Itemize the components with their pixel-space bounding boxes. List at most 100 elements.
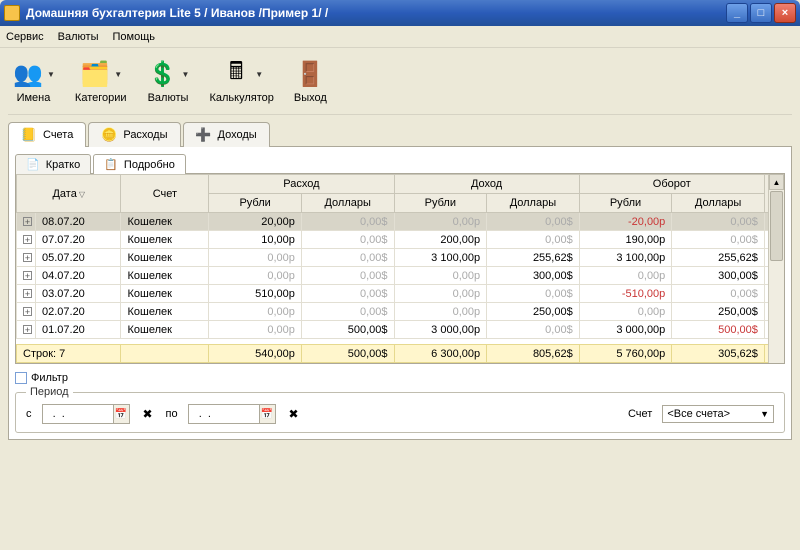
expand-cell[interactable]: + <box>17 303 36 321</box>
cell-turn_usd: 0,00$ <box>672 231 765 249</box>
cell-turn_rub: 3 000,00р <box>579 321 672 339</box>
scroll-up-icon[interactable]: ▲ <box>769 174 784 190</box>
cell-exp_rub: 0,00р <box>209 303 302 321</box>
to-label: по <box>166 408 178 420</box>
table-row[interactable]: +02.07.20Кошелек0,00р0,00$0,00р250,00$0,… <box>17 303 784 321</box>
vertical-scrollbar[interactable]: ▲ <box>768 174 784 363</box>
account-select-value: <Все счета> <box>667 408 730 420</box>
toolbar-exit-label: Выход <box>294 92 327 104</box>
subtab-detail[interactable]: 📋 Подробно <box>93 154 186 174</box>
date-to-input[interactable] <box>189 406 259 422</box>
cell-turn_rub: 3 100,00р <box>579 249 672 267</box>
minimize-button[interactable]: _ <box>726 3 748 23</box>
cell-account: Кошелек <box>121 267 209 285</box>
table-row[interactable]: +08.07.20Кошелек20,00р0,00$0,00р0,00$-20… <box>17 213 784 231</box>
header-income[interactable]: Доход <box>394 175 579 194</box>
close-button[interactable]: × <box>774 3 796 23</box>
header-exp-usd[interactable]: Доллары <box>301 194 394 213</box>
cell-exp_rub: 10,00р <box>209 231 302 249</box>
cell-inc_rub: 3 000,00р <box>394 321 487 339</box>
cell-inc_usd: 255,62$ <box>487 249 580 267</box>
toolbar-calculator[interactable]: 🖩▼ Калькулятор <box>209 58 273 104</box>
expand-cell[interactable]: + <box>17 249 36 267</box>
calendar-icon[interactable]: 📅 <box>259 405 275 423</box>
header-expense[interactable]: Расход <box>209 175 394 194</box>
filter-checkbox[interactable]: Фильтр <box>15 372 785 384</box>
cell-inc_usd: 250,00$ <box>487 303 580 321</box>
cell-date: 03.07.20 <box>35 285 120 303</box>
header-turnover[interactable]: Оборот <box>579 175 764 194</box>
table-row[interactable]: +04.07.20Кошелек0,00р0,00$0,00р300,00$0,… <box>17 267 784 285</box>
header-date[interactable]: Дата▽ <box>17 175 121 213</box>
tab-accounts[interactable]: 📒 Счета <box>8 122 86 147</box>
tab-expenses[interactable]: 🪙 Расходы <box>88 122 180 147</box>
header-turn-usd[interactable]: Доллары <box>672 194 765 213</box>
menu-service[interactable]: Сервис <box>6 31 44 43</box>
brief-icon: 📄 <box>26 158 40 171</box>
expand-cell[interactable]: + <box>17 213 36 231</box>
date-from-input[interactable] <box>43 406 113 422</box>
cell-inc_rub: 0,00р <box>394 213 487 231</box>
menu-help[interactable]: Помощь <box>113 31 156 43</box>
header-turn-rub[interactable]: Рубли <box>579 194 672 213</box>
period-legend: Период <box>26 386 73 398</box>
toolbar-exit[interactable]: 🚪 Выход <box>294 58 327 104</box>
plus-icon: + <box>23 325 32 334</box>
account-select[interactable]: <Все счета> ▼ <box>662 405 774 423</box>
header-inc-rub[interactable]: Рубли <box>394 194 487 213</box>
table-row[interactable]: +03.07.20Кошелек510,00р0,00$0,00р0,00$-5… <box>17 285 784 303</box>
table-row[interactable]: +05.07.20Кошелек0,00р0,00$3 100,00р255,6… <box>17 249 784 267</box>
tab-incomes[interactable]: ➕ Доходы <box>183 122 270 147</box>
subtab-brief[interactable]: 📄 Кратко <box>15 154 91 174</box>
scroll-thumb[interactable] <box>770 191 783 261</box>
calendar-icon[interactable]: 📅 <box>113 405 129 423</box>
chevron-down-icon: ▼ <box>255 70 263 79</box>
expand-cell[interactable]: + <box>17 267 36 285</box>
sub-tabs: 📄 Кратко 📋 Подробно <box>15 153 785 174</box>
clear-to-icon[interactable]: ✖ <box>286 406 302 422</box>
cell-account: Кошелек <box>121 285 209 303</box>
summary-label: Строк: 7 <box>17 345 121 363</box>
subtab-detail-label: Подробно <box>124 159 175 171</box>
expand-cell[interactable]: + <box>17 231 36 249</box>
cell-turn_usd: 300,00$ <box>672 267 765 285</box>
cell-inc_usd: 0,00$ <box>487 285 580 303</box>
filter-section: Фильтр Период с 📅 ✖ по 📅 ✖ Счет <box>15 372 785 433</box>
maximize-button[interactable]: □ <box>750 3 772 23</box>
cell-date: 04.07.20 <box>35 267 120 285</box>
tab-expenses-label: Расходы <box>123 129 167 141</box>
cell-inc_usd: 300,00$ <box>487 267 580 285</box>
cell-inc_rub: 0,00р <box>394 303 487 321</box>
main-tabs: 📒 Счета 🪙 Расходы ➕ Доходы <box>8 121 792 147</box>
expand-cell[interactable]: + <box>17 321 36 339</box>
cell-exp_rub: 510,00р <box>209 285 302 303</box>
table-row[interactable]: +07.07.20Кошелек10,00р0,00$200,00р0,00$1… <box>17 231 784 249</box>
plus-icon: + <box>23 307 32 316</box>
people-icon: 👥 <box>12 58 44 90</box>
date-from-field[interactable]: 📅 <box>42 404 130 424</box>
header-exp-rub[interactable]: Рубли <box>209 194 302 213</box>
menu-currencies[interactable]: Валюты <box>58 31 99 43</box>
cell-turn_rub: -510,00р <box>579 285 672 303</box>
summary-inc_usd: 805,62$ <box>487 345 580 363</box>
header-inc-usd[interactable]: Доллары <box>487 194 580 213</box>
table-row[interactable]: +01.07.20Кошелек0,00р500,00$3 000,00р0,0… <box>17 321 784 339</box>
toolbar-names-label: Имена <box>17 92 51 104</box>
cell-date: 08.07.20 <box>35 213 120 231</box>
menubar: Сервис Валюты Помощь <box>0 26 800 48</box>
cell-turn_rub: 0,00р <box>579 267 672 285</box>
expand-cell[interactable]: + <box>17 285 36 303</box>
cell-turn_usd: 500,00$ <box>672 321 765 339</box>
toolbar-categories[interactable]: 🗂️▼ Категории <box>75 58 127 104</box>
filter-label: Фильтр <box>31 372 68 384</box>
toolbar-names[interactable]: 👥▼ Имена <box>12 58 55 104</box>
toolbar-currencies[interactable]: 💲▼ Валюты <box>147 58 190 104</box>
cell-inc_rub: 200,00р <box>394 231 487 249</box>
cell-date: 01.07.20 <box>35 321 120 339</box>
tab-incomes-label: Доходы <box>218 129 257 141</box>
date-to-field[interactable]: 📅 <box>188 404 276 424</box>
header-account[interactable]: Счет <box>121 175 209 213</box>
from-label: с <box>26 408 32 420</box>
clear-from-icon[interactable]: ✖ <box>140 406 156 422</box>
chevron-down-icon: ▼ <box>760 409 769 419</box>
